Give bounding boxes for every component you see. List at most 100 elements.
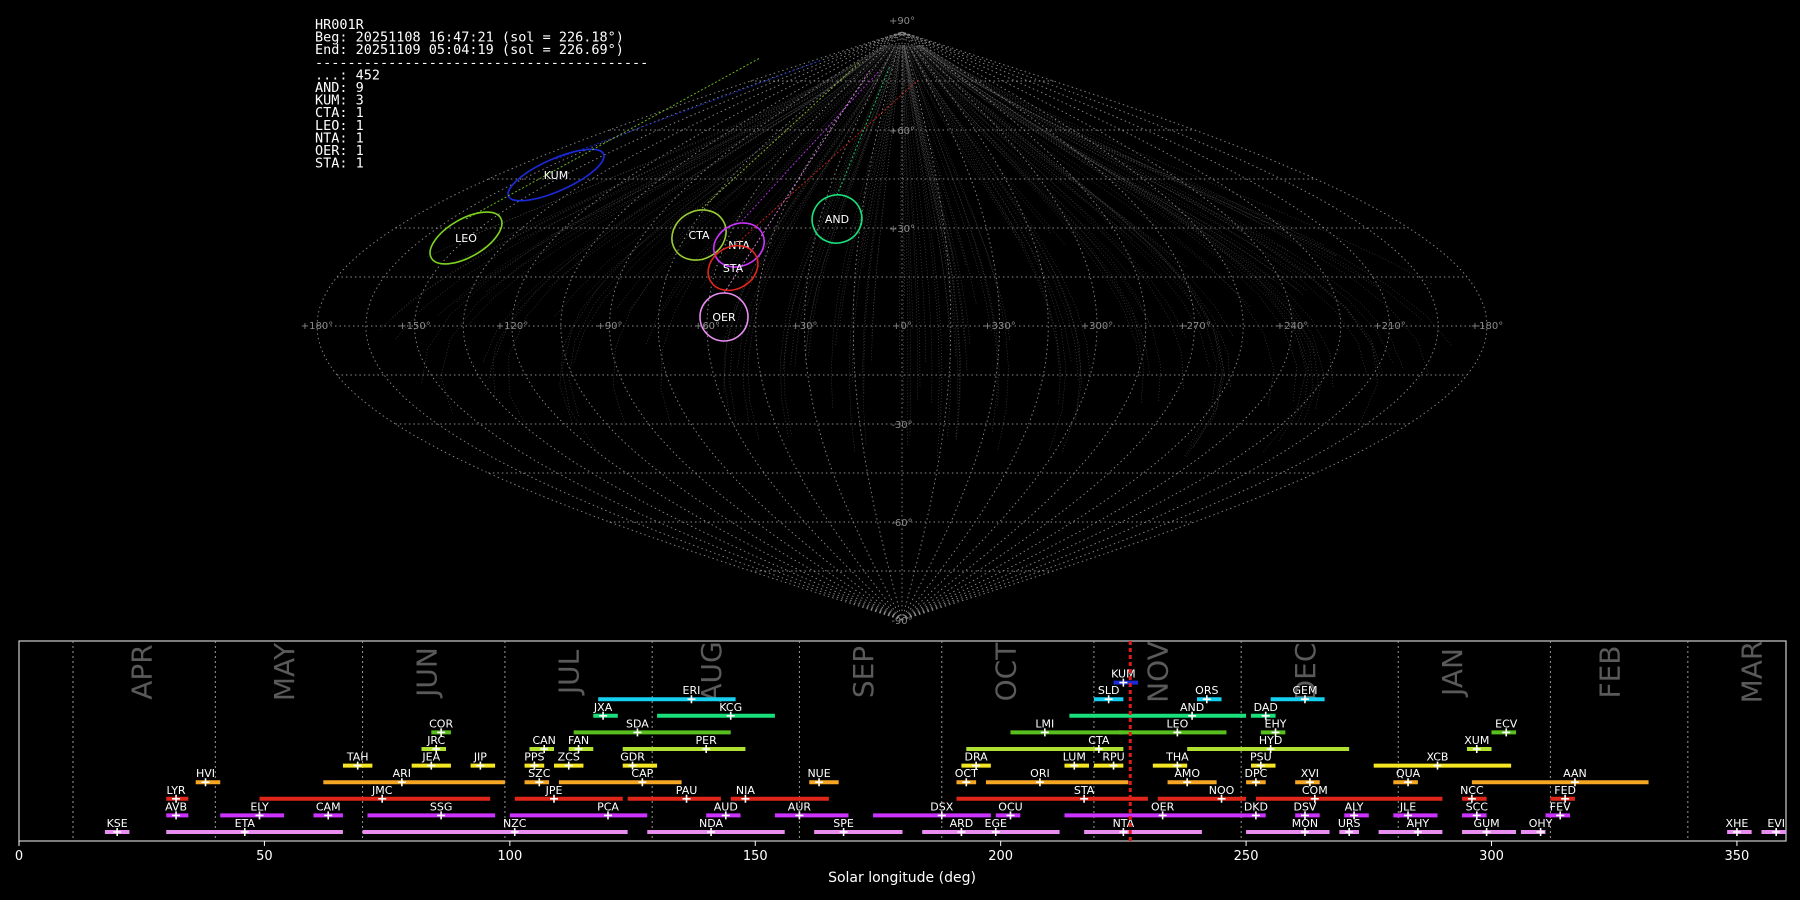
shower-label: COM <box>1302 784 1328 797</box>
shower-label: URS <box>1338 817 1361 830</box>
shower-label: QUA <box>1396 767 1421 780</box>
x-axis-label: Solar longitude (deg) <box>828 870 976 886</box>
shower-label: ORI <box>1030 767 1050 780</box>
shower-label: DAD <box>1254 701 1278 714</box>
shower-label: AND <box>1180 701 1204 714</box>
shower-label: XHE <box>1726 817 1749 830</box>
shower-label: CTA <box>1088 734 1110 747</box>
shower-label: PAU <box>676 784 698 797</box>
shower-label: FAN <box>568 734 589 747</box>
month-label: JUL <box>553 649 586 696</box>
shower-label: NUE <box>807 767 830 780</box>
shower-label: SZC <box>528 767 551 780</box>
radiant-label: LEO <box>455 232 477 245</box>
latitude-label: -60° <box>891 518 912 529</box>
shower-label: KUM <box>1111 668 1135 681</box>
longitude-label: +60° <box>694 321 720 332</box>
month-label: MAY <box>268 642 301 701</box>
shower-label: XUM <box>1464 734 1489 747</box>
shower-label: GDR <box>620 751 645 764</box>
shower-label: AUR <box>788 800 812 813</box>
shower-label: AHY <box>1407 817 1430 830</box>
shower-label: ALY <box>1345 800 1364 813</box>
radiant-label: AND <box>825 213 849 226</box>
shower-label: NZC <box>503 817 527 830</box>
shower-label: EVI <box>1767 817 1785 830</box>
shower-label: EHY <box>1265 717 1287 730</box>
shower-label: FEV <box>1550 800 1571 813</box>
shower-label: EGE <box>985 817 1007 830</box>
shower-label: AUD <box>714 800 738 813</box>
shower-label: DSV <box>1293 800 1316 813</box>
shower-label: JLE <box>1399 800 1416 813</box>
shower-label: ORS <box>1195 684 1218 697</box>
shower-label: DRA <box>965 751 989 764</box>
shower-label: OER <box>1151 800 1175 813</box>
latitude-label: +60° <box>889 126 915 137</box>
shower-label: KSE <box>107 817 128 830</box>
longitude-label: +180° <box>1471 321 1503 332</box>
shower-label: NIA <box>736 784 755 797</box>
shower-label: JRC <box>426 734 445 747</box>
x-tick-label: 350 <box>1725 849 1750 864</box>
shower-label: CAP <box>631 767 653 780</box>
shower-label: PPS <box>524 751 544 764</box>
x-tick-label: 50 <box>256 849 273 864</box>
shower-label: OHY <box>1529 817 1553 830</box>
shower-label: AAN <box>1563 767 1587 780</box>
shower-label: SLD <box>1098 684 1120 697</box>
shower-label: ERI <box>683 684 701 697</box>
x-tick-label: 250 <box>1234 849 1259 864</box>
shower-label: ZCS <box>558 751 580 764</box>
shower-label: FED <box>1554 784 1576 797</box>
month-label: SEP <box>847 646 880 698</box>
longitude-label: +210° <box>1373 321 1405 332</box>
shower-label: RPU <box>1102 751 1124 764</box>
latitude-label: -30° <box>891 420 912 431</box>
shower-label: CAM <box>316 800 341 813</box>
shower-label: ECV <box>1495 717 1518 730</box>
shower-label: SDA <box>626 717 649 730</box>
shower-label: HVI <box>196 767 215 780</box>
shower-label: JMC <box>371 784 393 797</box>
shower-label: ETA <box>235 817 256 830</box>
meteor-radiant-figure: KUMLEO CTANTASTAANDOER +180° +150° +120° +90… <box>0 0 1800 900</box>
shower-label: JXA <box>593 701 613 714</box>
shower-label: OCT <box>955 767 978 780</box>
shower-label: LUM <box>1063 751 1086 764</box>
month-label: APR <box>126 644 159 700</box>
latitude-label: -90° <box>891 616 912 627</box>
shower-label: JEA <box>421 751 440 764</box>
shower-label: DKD <box>1244 800 1268 813</box>
longitude-label: +30° <box>791 321 817 332</box>
shower-label: AMO <box>1174 767 1200 780</box>
shower-label: ARI <box>393 767 411 780</box>
x-tick-label: 0 <box>15 849 23 864</box>
longitude-label: +90° <box>596 321 622 332</box>
x-tick-label: 150 <box>743 849 768 864</box>
shower-label: ELY <box>250 800 269 813</box>
shower-label: HYD <box>1259 734 1282 747</box>
month-label: OCT <box>990 642 1023 702</box>
shower-label: PER <box>696 734 718 747</box>
longitude-label: +180° <box>301 321 333 332</box>
shower-label: SCC <box>1466 800 1489 813</box>
shower-label: JPE <box>545 784 563 797</box>
info-line: STA: 1 <box>315 156 364 172</box>
month-label: NOV <box>1142 641 1175 703</box>
longitude-label: +270° <box>1178 321 1210 332</box>
shower-label: LEO <box>1166 717 1188 730</box>
shower-label: TAH <box>346 751 369 764</box>
shower-label: ARD <box>950 817 974 830</box>
shower-label: LYR <box>167 784 186 797</box>
longitude-label: +120° <box>496 321 528 332</box>
shower-label: GEM <box>1292 684 1317 697</box>
shower-label: CAN <box>532 734 555 747</box>
shower-label: XVI <box>1301 767 1319 780</box>
shower-label: SPE <box>833 817 854 830</box>
x-tick-label: 200 <box>988 849 1013 864</box>
shower-label: COR <box>429 717 453 730</box>
month-label: FEB <box>1593 645 1626 698</box>
shower-label: THA <box>1165 751 1189 764</box>
longitude-label: +300° <box>1081 321 1113 332</box>
